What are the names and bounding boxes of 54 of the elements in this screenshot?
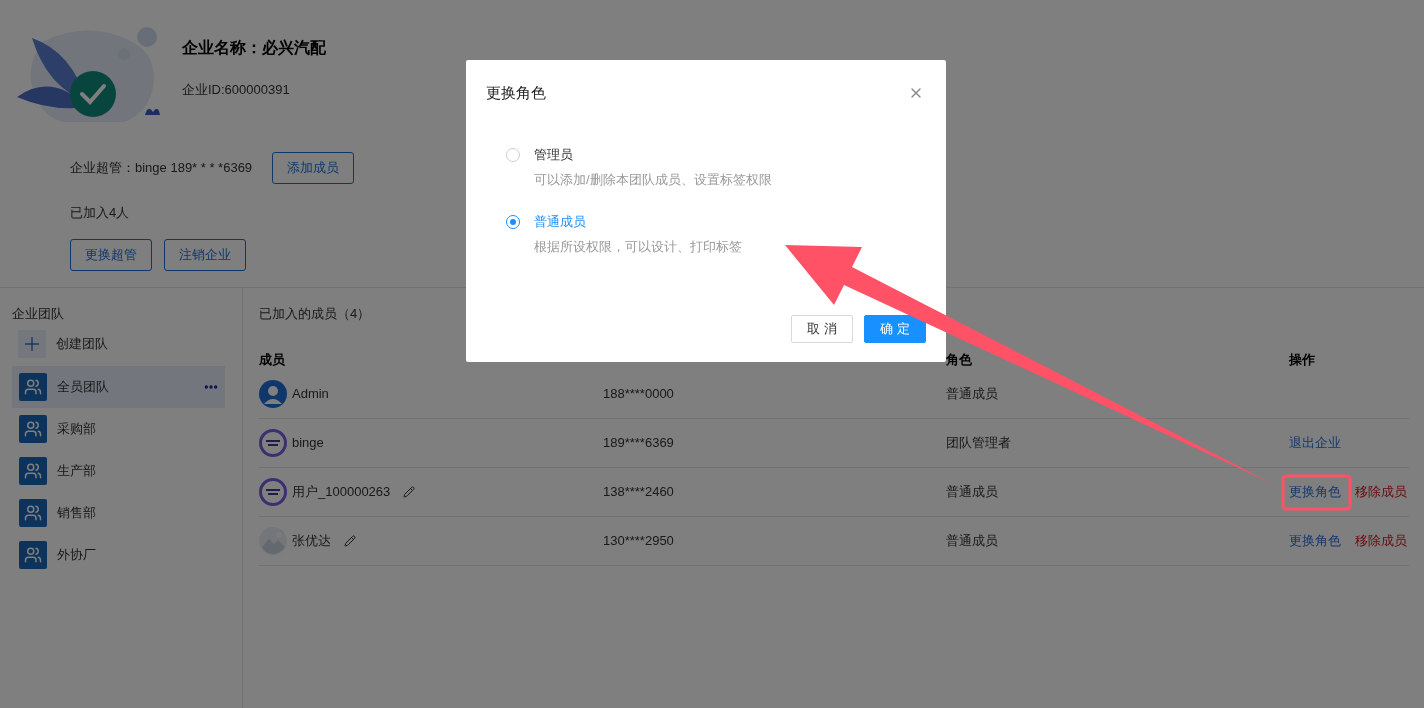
avatar-icon [259,379,287,408]
column-header: 角色 [946,350,973,369]
member-name: binge [292,433,324,452]
team-icon [19,456,47,485]
member-count: 已加入4人 [70,204,130,222]
member-name: 张优达 [292,531,331,550]
company-name: 企业名称：必兴汽配 [182,38,326,58]
plus-icon[interactable] [18,329,46,358]
team-item[interactable]: 外协厂 [12,533,225,576]
team-item[interactable]: 生产部 [12,449,225,492]
role-cell-text: 普通成员 [946,384,998,403]
edit-icon[interactable] [344,534,356,547]
phone-cell-text: 138****2460 [603,482,674,501]
dialog-title: 更换角色 [486,83,546,103]
role-option-label[interactable]: 管理员 [534,144,772,164]
member-name: 用户_100000263 [292,482,391,501]
column-header: 成员 [259,350,286,369]
create-team-link[interactable]: 创建团队 [56,333,108,354]
header-button[interactable]: 注销企业 [164,238,246,271]
role-option-label[interactable]: 普通成员 [534,211,742,231]
phone-cell-text: 130****2950 [603,531,674,550]
role-cell-text: 团队管理者 [946,433,1011,452]
team-icon [19,372,47,401]
role-cell-text: 普通成员 [946,531,998,550]
member-name: Admin [292,384,329,403]
edit-icon[interactable] [403,485,416,498]
members-title: 已加入的成员（4） [259,305,372,323]
column-header: 操作 [1289,350,1316,369]
role-cell-text: 普通成员 [946,482,998,501]
team-item[interactable]: 采购部 [12,407,225,450]
remove-member-link[interactable]: 移除成员 [1355,530,1407,551]
team-item[interactable]: 全员团队 [12,365,225,408]
avatar-icon [259,428,287,457]
team-icon [19,414,47,443]
action-link[interactable]: 更换角色 [1289,530,1341,551]
team-icon [19,498,47,527]
avatar-icon [259,477,287,506]
action-link[interactable]: 退出企业 [1289,432,1341,453]
cancel-button[interactable]: 取 消 [791,315,853,343]
phone-cell-text: 189****6369 [603,433,674,452]
team-icon [19,540,47,569]
phone-cell-text: 188****0000 [603,384,674,403]
action-link[interactable]: 更换角色 [1289,481,1341,502]
sidebar-title: 企业团队 [12,305,65,323]
header-button[interactable]: 更换超管 [70,238,152,271]
remove-member-link[interactable]: 移除成员 [1355,481,1407,502]
role-description: 可以添加/删除本团队成员、设置标签权限 [534,171,772,189]
company-id: 企业ID:600000391 [182,81,291,99]
highlight-frame [1281,474,1352,511]
team-item[interactable]: 销售部 [12,491,225,534]
super-admin-label: 企业超管：binge 189* * * *6369 [70,159,253,178]
add-member-button[interactable]: 添加成员 [272,152,355,184]
confirm-button[interactable]: 确 定 [864,315,926,343]
role-description: 根据所设权限，可以设计、打印标签 [534,238,742,256]
